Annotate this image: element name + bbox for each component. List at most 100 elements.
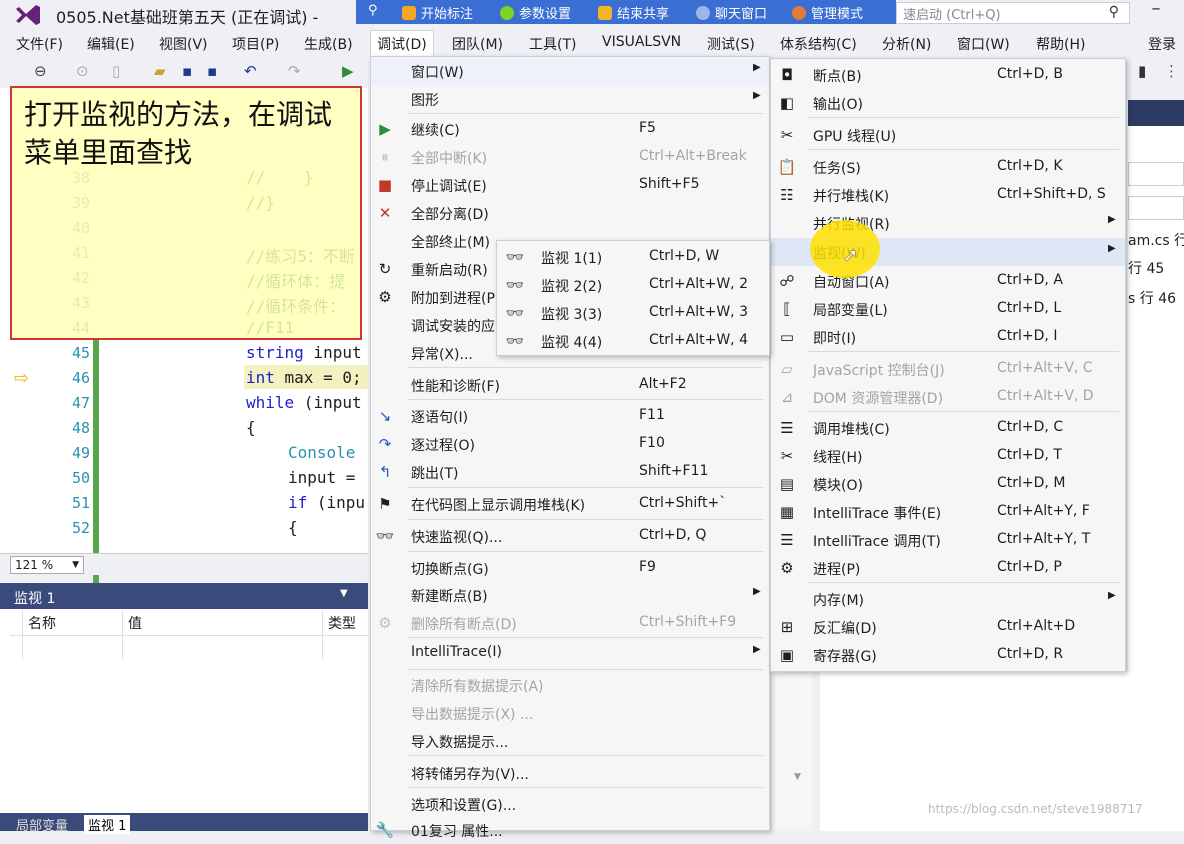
menu1-item-19[interactable]: ⚙ 删除所有断点(D) Ctrl+Shift+F9 bbox=[371, 609, 769, 637]
menu2-item-18[interactable]: 内存(M) ▶ bbox=[771, 585, 1125, 613]
column-value[interactable]: 值 bbox=[128, 613, 142, 633]
menu1-item-18[interactable]: 新建断点(B) ▶ bbox=[371, 581, 769, 609]
menu-tools[interactable]: 工具(T) bbox=[529, 34, 576, 54]
column-name[interactable]: 名称 bbox=[28, 613, 56, 633]
menu-edit[interactable]: 编辑(E) bbox=[87, 34, 135, 54]
menu2-item-1[interactable]: ◧ 输出(O) bbox=[771, 89, 1125, 117]
menu1-item-17[interactable]: 切换断点(G) F9 bbox=[371, 554, 769, 582]
menu2-item-0[interactable]: ◘ 断点(B) Ctrl+D, B bbox=[771, 61, 1125, 89]
menu1-item-11[interactable]: 性能和诊断(F) Alt+F2 bbox=[371, 371, 769, 399]
overlay-item-chat[interactable]: 聊天窗口 bbox=[696, 3, 767, 22]
menu2-item-9[interactable]: ▭ 即时(I) Ctrl+D, I bbox=[771, 323, 1125, 351]
menu-item-label: 01复习 属性... bbox=[411, 824, 503, 840]
search-icon[interactable]: ⚲ bbox=[1109, 4, 1119, 20]
open-folder-icon[interactable]: ▰ bbox=[154, 62, 166, 80]
menu1-item-24[interactable]: 将转储另存为(V)... bbox=[371, 759, 769, 787]
menu2-item-10[interactable]: ▱ JavaScript 控制台(J) Ctrl+Alt+V, C bbox=[771, 355, 1125, 383]
menu2-item-16[interactable]: ☰ IntelliTrace 调用(T) Ctrl+Alt+Y, T bbox=[771, 526, 1125, 554]
menu1-item-16[interactable]: 👓 快速监视(Q)... Ctrl+D, Q bbox=[371, 522, 769, 550]
scrollbar[interactable]: ▼ bbox=[772, 672, 812, 831]
menu1-item-1[interactable]: 图形 ▶ bbox=[371, 85, 769, 113]
menu-item-icon: ▦ bbox=[779, 503, 795, 521]
menu2-item-13[interactable]: ✂ 线程(H) Ctrl+D, T bbox=[771, 442, 1125, 470]
menu2-item-20[interactable]: ▣ 寄存器(G) Ctrl+D, R bbox=[771, 641, 1125, 669]
menu2-item-4[interactable]: ☷ 并行堆栈(K) Ctrl+Shift+D, S bbox=[771, 181, 1125, 209]
pin-icon[interactable]: ⚲ bbox=[368, 3, 378, 18]
menu2-item-3[interactable]: 📋 任务(S) Ctrl+D, K bbox=[771, 153, 1125, 181]
menu-project[interactable]: 项目(P) bbox=[232, 34, 279, 54]
menu-item-icon: ▶ bbox=[379, 120, 391, 138]
right-panel-field[interactable] bbox=[1128, 162, 1184, 186]
code-text: (input bbox=[294, 393, 362, 412]
save-icon[interactable]: ▪ bbox=[182, 62, 192, 80]
menu1-item-22[interactable]: 导出数据提示(X) ... bbox=[371, 699, 769, 727]
menu-separator bbox=[807, 117, 1119, 118]
menu-team[interactable]: 团队(M) bbox=[452, 34, 503, 54]
menu1-item-25[interactable]: 选项和设置(G)... bbox=[371, 790, 769, 818]
menu2-item-14[interactable]: ▤ 模块(O) Ctrl+D, M bbox=[771, 470, 1125, 498]
bookmark-icon[interactable]: ▮ bbox=[1138, 62, 1146, 80]
menu-test[interactable]: 测试(S) bbox=[707, 34, 755, 54]
menu2-item-8[interactable]: ⟦ 局部变量(L) Ctrl+D, L bbox=[771, 295, 1125, 323]
menu1-item-20[interactable]: IntelliTrace(I) ▶ bbox=[371, 639, 769, 667]
watch-submenu-item-2[interactable]: 👓 监视 2(2) Ctrl+Alt+W, 2 bbox=[497, 271, 769, 299]
submenu-arrow-icon: ▶ bbox=[753, 90, 761, 101]
menu1-item-4[interactable]: ■ 停止调试(E) Shift+F5 bbox=[371, 171, 769, 199]
overlay-item-end-share[interactable]: 结束共享 bbox=[598, 3, 669, 22]
continue-icon[interactable]: ▶ bbox=[342, 62, 354, 80]
menu-analyze[interactable]: 分析(N) bbox=[882, 34, 931, 54]
column-type[interactable]: 类型 bbox=[328, 613, 356, 633]
menu2-item-19[interactable]: ⊞ 反汇编(D) Ctrl+Alt+D bbox=[771, 613, 1125, 641]
forward-icon[interactable]: ⊙ bbox=[76, 62, 89, 80]
menu1-item-13[interactable]: ↷ 逐过程(O) F10 bbox=[371, 430, 769, 458]
menu2-item-2[interactable]: ✂ GPU 线程(U) bbox=[771, 121, 1125, 149]
menu-item-shortcut: Ctrl+D, A bbox=[997, 272, 1063, 288]
menu1-item-3[interactable]: ⏸ 全部中断(K) Ctrl+Alt+Break bbox=[371, 143, 769, 171]
menu2-item-12[interactable]: ☰ 调用堆栈(C) Ctrl+D, C bbox=[771, 414, 1125, 442]
menu-item-label: 线程(H) bbox=[813, 450, 863, 466]
menu-file[interactable]: 文件(F) bbox=[16, 34, 63, 54]
menu1-item-12[interactable]: ↘ 逐语句(I) F11 bbox=[371, 402, 769, 430]
login-link[interactable]: 登录 bbox=[1148, 34, 1176, 54]
zoom-select[interactable]: 121 % ▼ bbox=[10, 556, 84, 574]
watch-submenu-item-4[interactable]: 👓 监视 4(4) Ctrl+Alt+W, 4 bbox=[497, 327, 769, 355]
tab-locals[interactable]: 局部变量 bbox=[16, 815, 68, 834]
overlay-item-annotate[interactable]: 开始标注 bbox=[402, 3, 473, 22]
menu-window[interactable]: 窗口(W) bbox=[957, 34, 1010, 54]
new-project-icon[interactable]: ▯ bbox=[112, 62, 120, 80]
menu-architecture[interactable]: 体系结构(C) bbox=[780, 34, 857, 54]
watch-submenu-item-3[interactable]: 👓 监视 3(3) Ctrl+Alt+W, 3 bbox=[497, 299, 769, 327]
menu-item-label: 监视 3(3) bbox=[541, 307, 603, 323]
overlay-item-admin[interactable]: 管理模式 bbox=[792, 3, 863, 22]
menu1-item-5[interactable]: ✕ 全部分离(D) bbox=[371, 199, 769, 227]
back-icon[interactable]: ⊖ bbox=[34, 62, 47, 80]
menu-build[interactable]: 生成(B) bbox=[304, 34, 353, 54]
menu1-item-21[interactable]: 清除所有数据提示(A) bbox=[371, 671, 769, 699]
menu-view[interactable]: 视图(V) bbox=[159, 34, 208, 54]
menu1-item-23[interactable]: 导入数据提示... bbox=[371, 727, 769, 755]
undo-icon[interactable]: ↶ bbox=[244, 62, 257, 80]
save-all-icon[interactable]: ▪ bbox=[207, 62, 217, 80]
watch-submenu-item-1[interactable]: 👓 监视 1(1) Ctrl+D, W bbox=[497, 243, 769, 271]
minimize-button[interactable]: – bbox=[1136, 0, 1176, 26]
redo-icon[interactable]: ↷ bbox=[288, 62, 301, 80]
bottom-tab-strip: 局部变量 监视 1 bbox=[0, 813, 368, 834]
right-panel-field[interactable] bbox=[1128, 196, 1184, 220]
menu1-item-0[interactable]: 窗口(W) ▶ bbox=[371, 57, 769, 85]
menu-visualsvn[interactable]: VISUALSVN bbox=[602, 34, 681, 50]
menu1-item-2[interactable]: ▶ 继续(C) F5 bbox=[371, 115, 769, 143]
menu1-item-14[interactable]: ↰ 跳出(T) Shift+F11 bbox=[371, 458, 769, 486]
menu-item-label: 继续(C) bbox=[411, 123, 460, 139]
menu1-item-15[interactable]: ⚑ 在代码图上显示调用堆栈(K) Ctrl+Shift+` bbox=[371, 490, 769, 518]
overlay-item-settings[interactable]: 参数设置 bbox=[500, 3, 571, 22]
menu2-item-11[interactable]: ⊿ DOM 资源管理器(D) Ctrl+Alt+V, D bbox=[771, 383, 1125, 411]
menu-help[interactable]: 帮助(H) bbox=[1036, 34, 1085, 54]
toolbar-options-icon[interactable]: ⋮ bbox=[1164, 62, 1179, 80]
menu2-item-15[interactable]: ▦ IntelliTrace 事件(E) Ctrl+Alt+Y, F bbox=[771, 498, 1125, 526]
scroll-down-icon[interactable]: ▼ bbox=[794, 772, 801, 782]
tab-watch1[interactable]: 监视 1 bbox=[84, 815, 131, 834]
menu2-item-17[interactable]: ⚙ 进程(P) Ctrl+D, P bbox=[771, 554, 1125, 582]
menu1-item-26[interactable]: 🔧 01复习 属性... bbox=[371, 816, 769, 844]
quick-launch-input[interactable]: 速启动 (Ctrl+Q) ⚲ bbox=[896, 2, 1130, 24]
dropdown-icon[interactable]: ▼ bbox=[340, 588, 348, 599]
